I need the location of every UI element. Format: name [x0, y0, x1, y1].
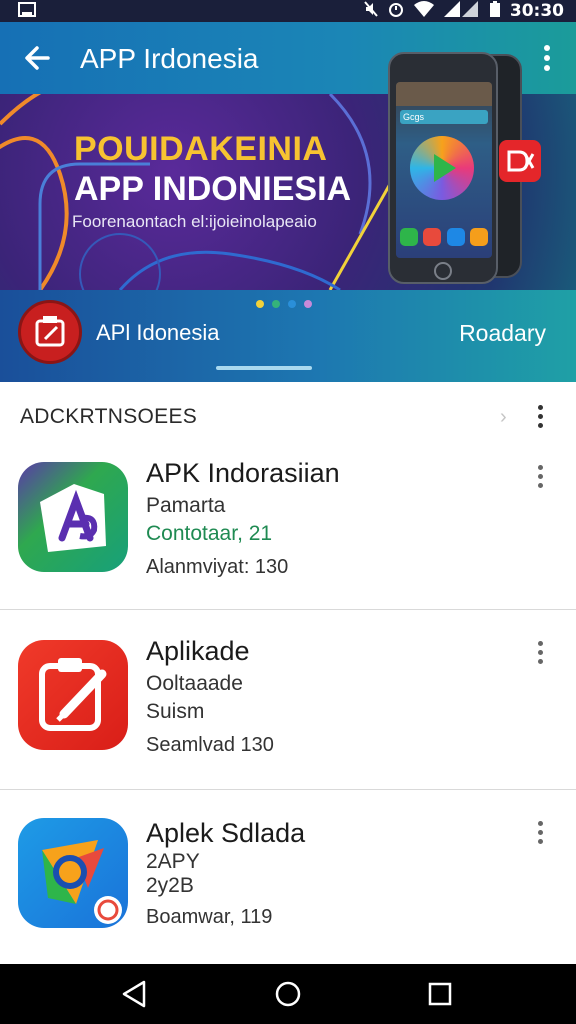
app-meta: Boamwar, 119 — [146, 906, 273, 928]
banner-tagline: Foorenaontach el:ijoieinolapeaio — [72, 212, 317, 231]
signal-icon — [443, 1, 480, 21]
app-name: Aplikade — [146, 636, 250, 666]
phone-search-text: Gcgs — [403, 112, 425, 122]
app-developer: Pamarta — [146, 494, 226, 517]
app-list-item[interactable]: Aplek Sdlada 2APY 2y2B Boamwar, 119 — [0, 790, 576, 964]
featured-app-strip[interactable]: APl Idonesia Roadary — [0, 290, 576, 382]
nav-recents-square-icon — [428, 982, 452, 1006]
app-name: Aplek Sdlada — [146, 818, 306, 848]
chevron-right-icon[interactable]: › — [500, 406, 507, 429]
phone-dock — [400, 228, 488, 252]
phone-app-icon — [423, 228, 442, 246]
banner-subhead: APP INDONIESIA — [74, 170, 352, 208]
nav-home-circle-icon — [275, 981, 301, 1007]
arrow-left-icon — [25, 46, 50, 70]
phone-search-bar: Gcgs — [400, 110, 488, 124]
red-badge-icon — [499, 140, 541, 182]
app-more-button[interactable] — [528, 460, 552, 492]
app-category: Contotaar, 21 — [146, 522, 273, 545]
app-more-button[interactable] — [528, 636, 552, 668]
overflow-menu-button[interactable] — [532, 38, 562, 78]
battery-icon — [489, 1, 500, 21]
app-category: Suism — [146, 700, 205, 723]
nav-back-triangle-icon — [122, 980, 146, 1008]
app-name: APK Indorasiian — [146, 458, 340, 488]
phone-home-button — [434, 262, 452, 280]
carousel-indicator — [256, 300, 312, 308]
app-meta: Alanmviyat: 130 — [146, 556, 289, 578]
carousel-dot — [288, 300, 296, 308]
more-vert-icon — [528, 816, 552, 848]
carousel-dot — [256, 300, 264, 308]
phone-app-icon — [446, 228, 465, 246]
featured-app-name: APl Idonesia — [96, 320, 220, 345]
more-vert-icon — [528, 636, 552, 668]
app-list-item[interactable]: APK Indorasiian Pamarta Contotaar, 21 Al… — [0, 444, 576, 610]
app-category: 2y2B — [146, 874, 194, 897]
app-meta: Seamlvad 130 — [146, 734, 274, 756]
phone-screen-image — [396, 82, 492, 106]
apk-a-icon — [18, 462, 128, 572]
phone-screen: Gcgs — [396, 82, 492, 258]
nav-recents-button[interactable] — [422, 978, 458, 1010]
clipboard-pen-icon — [18, 640, 128, 750]
phone-app-icon — [469, 228, 488, 246]
more-vert-icon — [528, 460, 552, 492]
section-title: ADCKRTNSOEES — [20, 405, 198, 428]
carousel-dot — [304, 300, 312, 308]
system-nav-bar — [0, 964, 576, 1024]
page-title: APP Irdonesia — [80, 43, 259, 74]
banner-headline: POUIDAKEINIA — [74, 130, 328, 168]
play-icon — [434, 154, 456, 182]
wifi-icon — [413, 1, 434, 21]
app-list-item[interactable]: Aplikade Ooltaaade Suism Seamlvad 130 — [0, 610, 576, 790]
section-header: ADCKRTNSOEES › — [0, 388, 576, 444]
phone-mockup: Gcgs — [388, 52, 498, 284]
status-time: 30:30 — [509, 1, 564, 21]
featured-app-icon[interactable] — [18, 300, 82, 364]
alarm-icon — [388, 1, 404, 21]
nav-home-button[interactable] — [270, 978, 306, 1010]
mute-icon — [364, 1, 378, 21]
sim-card-icon — [18, 2, 36, 23]
more-vert-icon — [528, 400, 552, 432]
status-bar: 30:30 — [0, 0, 576, 22]
back-button[interactable] — [18, 38, 58, 78]
section-more-button[interactable] — [528, 400, 552, 432]
app-developer: Ooltaaade — [146, 672, 243, 695]
colorful-shape-icon — [18, 818, 128, 928]
scroll-indicator — [216, 366, 312, 370]
nav-back-button[interactable] — [116, 978, 152, 1010]
carousel-dot — [272, 300, 280, 308]
app-developer: 2APY — [146, 850, 200, 873]
app-more-button[interactable] — [528, 816, 552, 848]
featured-action-button[interactable]: Roadary — [459, 320, 546, 347]
phone-app-icon — [400, 228, 418, 246]
more-vert-icon — [532, 38, 562, 78]
